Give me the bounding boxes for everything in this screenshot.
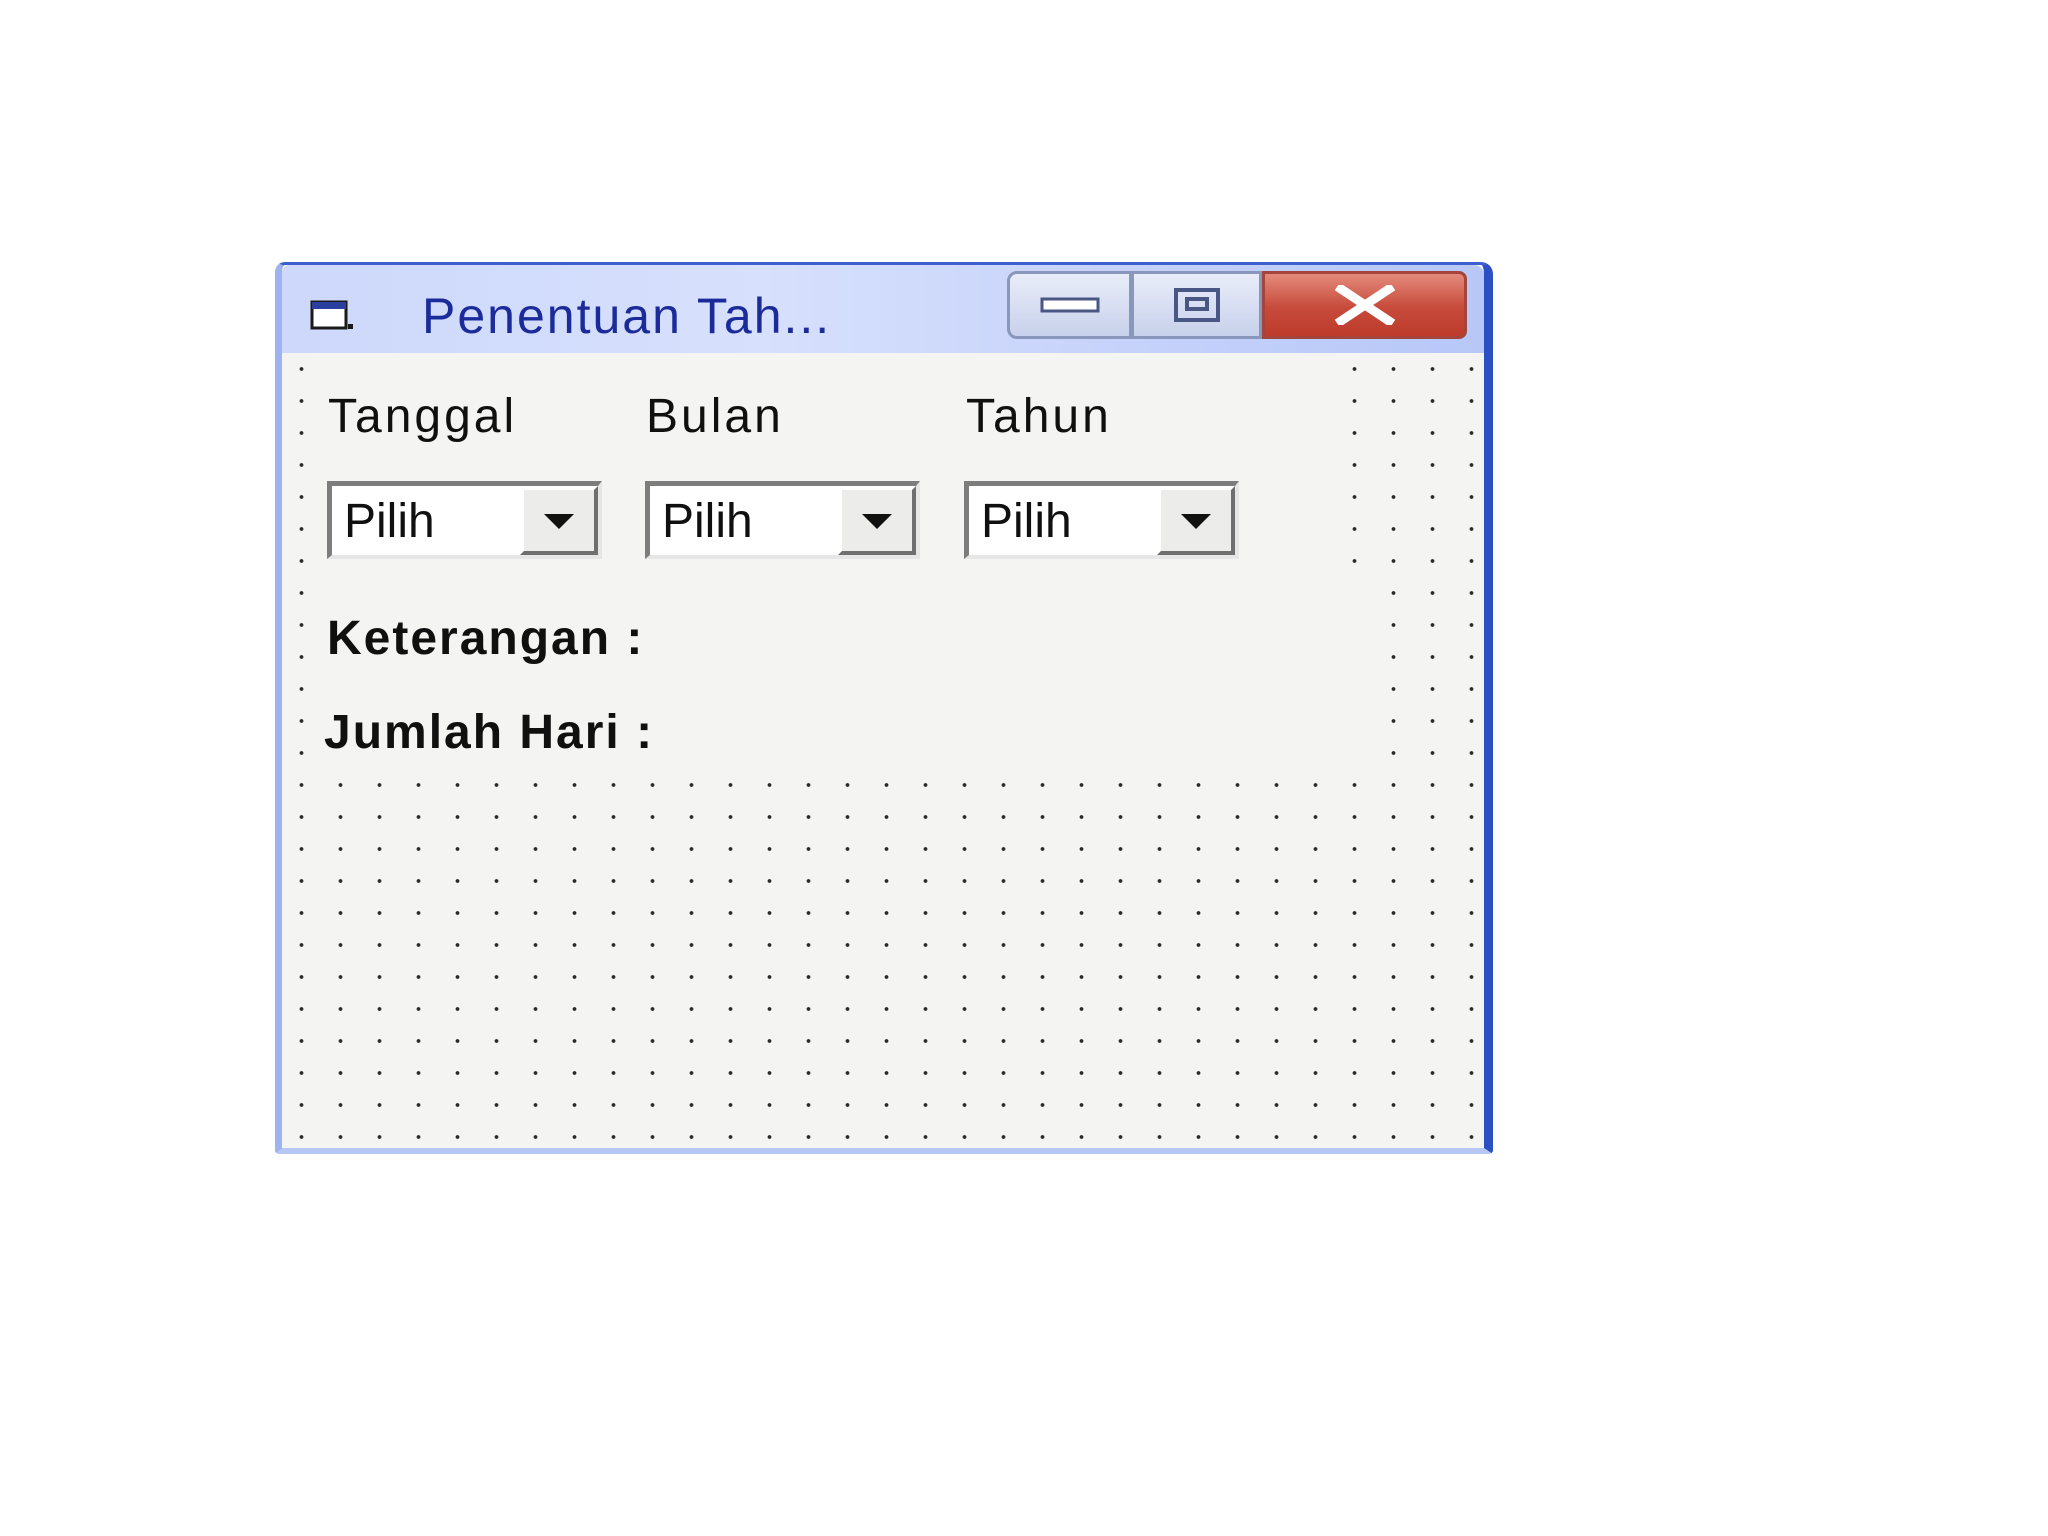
bulan-combo-value: Pilih xyxy=(662,495,753,548)
tanggal-dropdown-button[interactable] xyxy=(520,486,598,555)
tanggal-combo-value: Pilih xyxy=(344,495,435,548)
close-button[interactable] xyxy=(1262,271,1467,339)
bulan-dropdown-button[interactable] xyxy=(838,486,916,555)
tahun-combo[interactable]: Pilih xyxy=(964,481,1239,559)
close-icon xyxy=(1334,285,1395,325)
title-bar[interactable]: Penentuan Tah... xyxy=(282,265,1484,353)
jumlah-hari-label: Jumlah Hari : xyxy=(324,705,655,760)
chevron-down-icon xyxy=(1181,513,1211,529)
tahun-label: Tahun xyxy=(960,389,1118,444)
maximize-icon xyxy=(1173,288,1220,322)
form-window-icon xyxy=(310,300,353,330)
bulan-combo[interactable]: Pilih xyxy=(645,481,920,559)
chevron-down-icon xyxy=(862,513,892,529)
keterangan-label: Keterangan : xyxy=(327,611,645,666)
tahun-combo-value: Pilih xyxy=(981,495,1072,548)
form-window: Penentuan Tah... Tanggal Bulan Tahun Pil… xyxy=(275,262,1493,1154)
minimize-button[interactable] xyxy=(1007,271,1132,339)
bulan-label: Bulan xyxy=(640,389,790,444)
tahun-dropdown-button[interactable] xyxy=(1157,486,1235,555)
tanggal-label: Tanggal xyxy=(322,389,524,444)
form-client-area: Tanggal Bulan Tahun Pilih Pilih Pilih Ke… xyxy=(282,353,1484,1148)
minimize-icon xyxy=(1040,297,1099,313)
maximize-button[interactable] xyxy=(1132,271,1262,339)
tanggal-combo[interactable]: Pilih xyxy=(327,481,602,559)
window-title: Penentuan Tah... xyxy=(422,288,832,344)
chevron-down-icon xyxy=(544,513,574,529)
